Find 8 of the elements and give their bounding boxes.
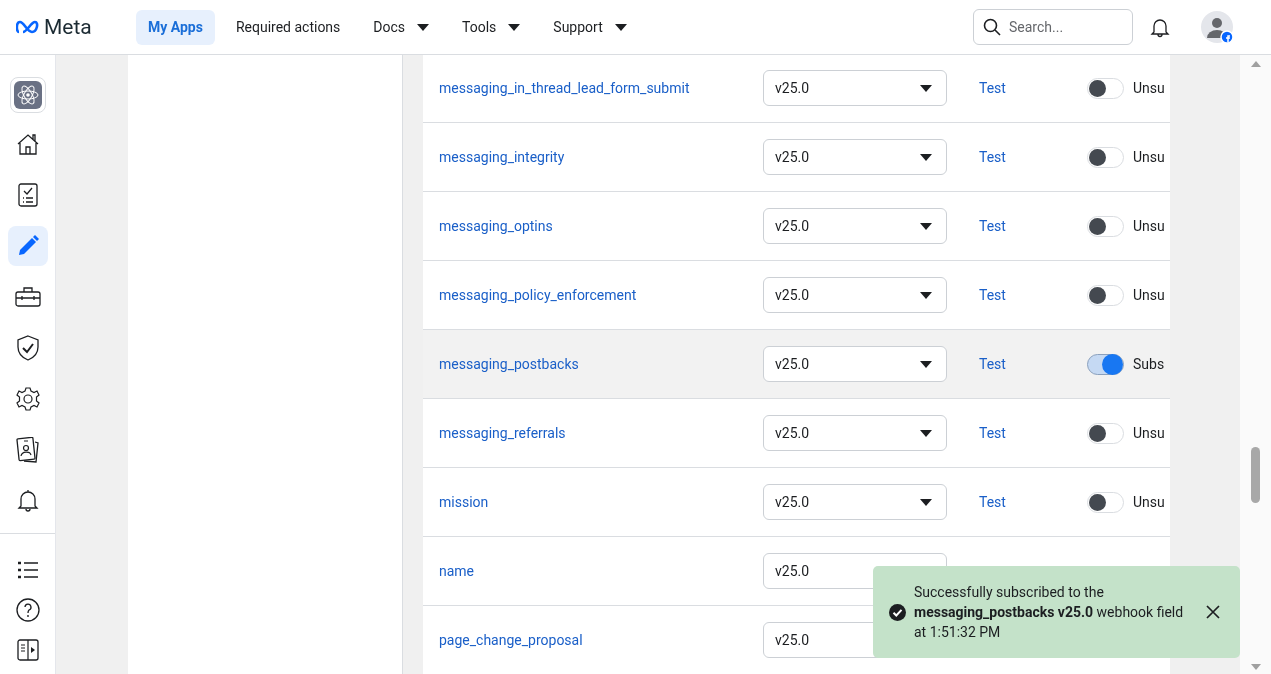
subscription-status: Unsu (1133, 494, 1165, 510)
logo-text: Meta (44, 15, 92, 39)
subscription-status: Unsu (1133, 218, 1165, 234)
subscription-status: Subs (1133, 356, 1165, 372)
subscription-status: Unsu (1133, 287, 1165, 303)
subscription-status: Unsu (1133, 425, 1165, 441)
subscription-status: Unsu (1133, 80, 1165, 96)
subscription-status: Unsu (1133, 149, 1165, 165)
